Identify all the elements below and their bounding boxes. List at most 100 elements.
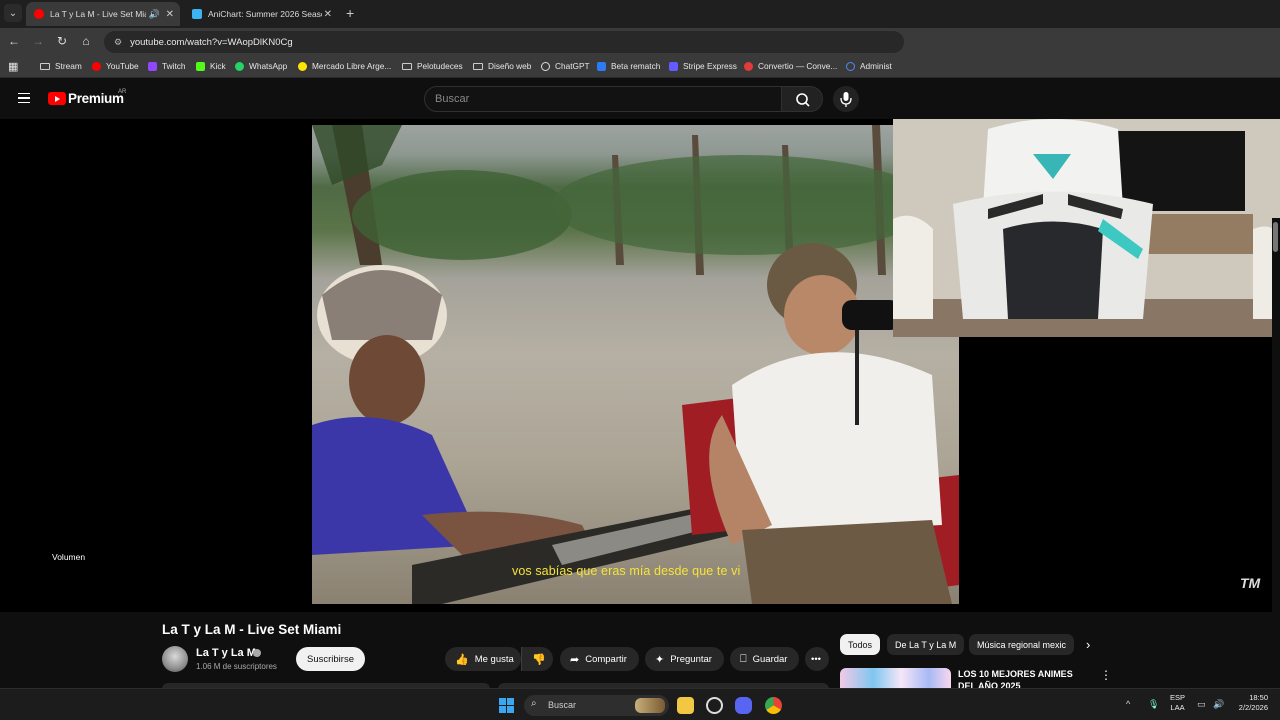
taskbar-search-placeholder: Buscar bbox=[548, 700, 577, 710]
recommended-thumbnail[interactable] bbox=[840, 668, 951, 690]
url-text: youtube.com/watch?v=WAopDlKN0Cg bbox=[130, 36, 293, 48]
beta-rematch-icon bbox=[597, 61, 606, 71]
clock-date: 2/2/2026 bbox=[1238, 703, 1268, 712]
bookmark-convertio[interactable]: Convertio — Conve... bbox=[744, 61, 837, 71]
bookmark-kick[interactable]: Kick bbox=[196, 61, 226, 71]
audio-playing-icon[interactable]: 🔊 bbox=[149, 9, 160, 20]
search-highlight-image bbox=[635, 698, 665, 713]
folder-icon bbox=[473, 62, 483, 70]
stripe-icon bbox=[669, 61, 678, 71]
keyboard-layout: LAA bbox=[1170, 703, 1185, 712]
chrome-icon[interactable] bbox=[765, 697, 782, 714]
webcam-gaming-chair-image bbox=[893, 119, 1280, 337]
close-tab-icon[interactable]: ✕ bbox=[324, 9, 332, 20]
page-scrollbar[interactable] bbox=[1272, 218, 1280, 688]
scrollbar-thumb[interactable] bbox=[1273, 222, 1278, 252]
chatgpt-icon bbox=[541, 61, 550, 71]
bookmark-twitch[interactable]: Twitch bbox=[148, 61, 186, 71]
record-app-icon[interactable] bbox=[706, 697, 723, 714]
thumbs-down-icon: 👎 bbox=[532, 653, 546, 666]
reload-button[interactable]: ↻ bbox=[54, 34, 70, 48]
browser-tab-strip: ⌄ La T y La M - Live Set Miami 🔊 ✕ AniCh… bbox=[0, 0, 1280, 28]
bookmark-administ[interactable]: Administ bbox=[846, 61, 892, 71]
bookmark-whatsapp[interactable]: WhatsApp bbox=[235, 61, 287, 71]
like-label: Me gusta bbox=[474, 653, 514, 665]
tab-search-button[interactable]: ⌄ bbox=[4, 4, 22, 22]
video-scene-image bbox=[312, 125, 959, 604]
back-button[interactable]: ← bbox=[6, 34, 22, 48]
youtube-favicon-icon bbox=[34, 9, 44, 19]
language-indicator[interactable]: ESP LAA bbox=[1170, 693, 1185, 713]
video-frame[interactable] bbox=[312, 125, 959, 604]
share-button[interactable]: ➦ Compartir bbox=[560, 647, 639, 671]
youtube-logo-icon[interactable] bbox=[48, 92, 66, 105]
search-icon: ⌕ bbox=[531, 698, 537, 709]
language-code: ESP bbox=[1170, 693, 1186, 702]
channel-watermark[interactable]: TM bbox=[1240, 575, 1260, 591]
channel-avatar[interactable] bbox=[162, 646, 188, 672]
tab-anichart[interactable]: AniChart: Summer 2026 Season ✕ bbox=[184, 2, 338, 26]
whatsapp-icon bbox=[235, 61, 244, 71]
tab-youtube[interactable]: La T y La M - Live Set Miami 🔊 ✕ bbox=[26, 2, 180, 26]
apps-icon[interactable]: ▦ bbox=[8, 60, 18, 73]
tab-title: AniChart: Summer 2026 Season bbox=[208, 9, 322, 19]
clock-time: 18:50 bbox=[1249, 693, 1268, 702]
chevron-right-icon[interactable]: › bbox=[1086, 637, 1090, 652]
save-button[interactable]: ⎕ Guardar bbox=[730, 647, 799, 671]
youtube-icon bbox=[92, 61, 101, 71]
windows-start-icon[interactable] bbox=[499, 698, 514, 713]
convertio-icon bbox=[744, 61, 753, 71]
save-label: Guardar bbox=[752, 653, 788, 665]
bookmark-stripe-express[interactable]: Stripe Express bbox=[669, 61, 737, 71]
video-title: La T y La M - Live Set Miami bbox=[162, 622, 342, 637]
voice-search-button[interactable] bbox=[833, 86, 859, 112]
kick-icon bbox=[196, 61, 205, 71]
bookmark-stream[interactable]: Stream bbox=[40, 61, 82, 71]
network-icon[interactable]: ▭ bbox=[1197, 699, 1206, 710]
video-player[interactable] bbox=[0, 119, 1280, 612]
forward-button[interactable]: → bbox=[30, 34, 46, 48]
search-icon bbox=[796, 93, 810, 107]
tray-overflow-icon[interactable]: ^ bbox=[1126, 699, 1130, 709]
bookmark-pelotudeces[interactable]: Pelotudeces bbox=[402, 61, 463, 71]
tab-title: La T y La M - Live Set Miami bbox=[50, 9, 146, 19]
channel-name[interactable]: La T y La M bbox=[196, 647, 256, 659]
ask-label: Preguntar bbox=[670, 653, 712, 665]
recommended-more-icon[interactable]: ⋮ bbox=[1100, 668, 1112, 682]
bookmark-diseno-web[interactable]: Diseño web bbox=[473, 61, 531, 71]
site-info-icon[interactable]: ⚙ bbox=[114, 37, 122, 48]
new-tab-button[interactable]: + bbox=[346, 5, 354, 21]
video-subtitle: vos sabías que eras mía desde que te vi bbox=[512, 564, 741, 578]
close-tab-icon[interactable]: ✕ bbox=[166, 9, 174, 20]
discord-icon[interactable] bbox=[735, 697, 752, 714]
like-button[interactable]: 👍 Me gusta bbox=[445, 647, 521, 671]
ask-button[interactable]: ✦ Preguntar bbox=[645, 647, 724, 671]
dislike-button[interactable]: 👎 bbox=[521, 647, 553, 671]
microphone-tray-icon[interactable]: 🎙 bbox=[1148, 699, 1159, 710]
bookmark-chatgpt[interactable]: ChatGPT bbox=[541, 61, 590, 71]
premium-logo-text[interactable]: Premium bbox=[68, 91, 124, 106]
subscriber-count: 1.06 M de suscriptores bbox=[196, 662, 277, 671]
mercadolibre-icon bbox=[298, 61, 307, 71]
system-clock[interactable]: 18:50 2/2/2026 bbox=[1234, 693, 1268, 713]
chip-from-channel[interactable]: De La T y La M bbox=[887, 634, 965, 655]
subscribe-button[interactable]: Suscribirse bbox=[296, 647, 365, 671]
address-bar[interactable]: ⚙ youtube.com/watch?v=WAopDlKN0Cg bbox=[104, 31, 904, 53]
chip-regional-mexican[interactable]: Música regional mexic bbox=[969, 634, 1074, 655]
more-actions-button[interactable]: ••• bbox=[805, 647, 829, 671]
menu-icon[interactable] bbox=[18, 93, 30, 103]
sparkle-icon: ✦ bbox=[655, 653, 665, 666]
taskbar-search[interactable]: ⌕ Buscar bbox=[524, 695, 669, 716]
twitch-icon bbox=[148, 61, 157, 71]
bookmark-beta-rematch[interactable]: Beta rematch bbox=[597, 61, 660, 71]
search-button[interactable] bbox=[781, 86, 823, 112]
file-explorer-icon[interactable] bbox=[677, 697, 694, 714]
bookmark-mercadolibre[interactable]: Mercado Libre Arge... bbox=[298, 61, 391, 71]
volume-icon[interactable]: 🔊 bbox=[1213, 699, 1224, 710]
search-input[interactable]: Buscar bbox=[424, 86, 782, 112]
home-button[interactable]: ⌂ bbox=[78, 34, 94, 48]
chip-all[interactable]: Todos bbox=[840, 634, 881, 655]
youtube-header: Premium AR Buscar bbox=[0, 79, 893, 119]
bookmark-icon: ⎕ bbox=[740, 652, 747, 665]
bookmark-youtube[interactable]: YouTube bbox=[92, 61, 139, 71]
